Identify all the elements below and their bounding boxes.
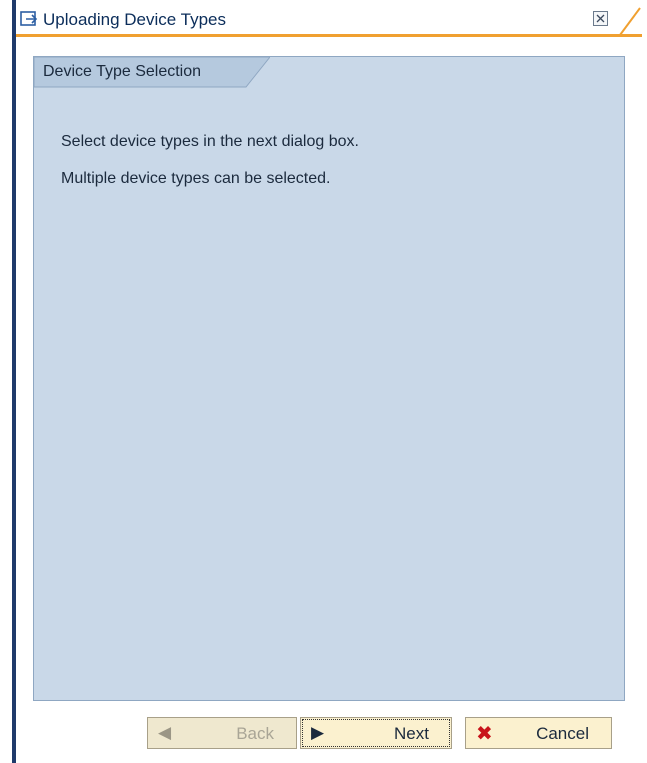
titlebar-corner: [612, 6, 642, 37]
instruction-text: Multiple device types can be selected.: [61, 170, 331, 187]
cancel-button[interactable]: ✖ Cancel: [465, 717, 612, 749]
next-button[interactable]: ▶ Next: [300, 717, 452, 749]
back-button[interactable]: ◀ Back: [147, 717, 297, 749]
close-icon: [596, 14, 605, 23]
instruction-text: Select device types in the next dialog b…: [61, 133, 359, 150]
window-edge: [12, 0, 16, 763]
dialog-icon: [20, 11, 38, 27]
triangle-left-icon: ◀: [158, 723, 172, 742]
triangle-right-icon: ▶: [311, 723, 325, 742]
dialog-title: Uploading Device Types: [43, 10, 227, 29]
cancel-button-label: Cancel: [536, 724, 589, 743]
dialog-titlebar: Uploading Device Types: [16, 6, 642, 37]
panel-tab-label: Device Type Selection: [43, 63, 202, 80]
next-button-label: Next: [394, 724, 429, 743]
red-x-icon: ✖: [476, 723, 493, 745]
device-type-selection-panel: Device Type Selection Select device type…: [33, 56, 625, 701]
close-button[interactable]: [593, 11, 608, 26]
panel-tab: Device Type Selection: [34, 57, 270, 88]
back-button-label: Back: [236, 724, 274, 743]
